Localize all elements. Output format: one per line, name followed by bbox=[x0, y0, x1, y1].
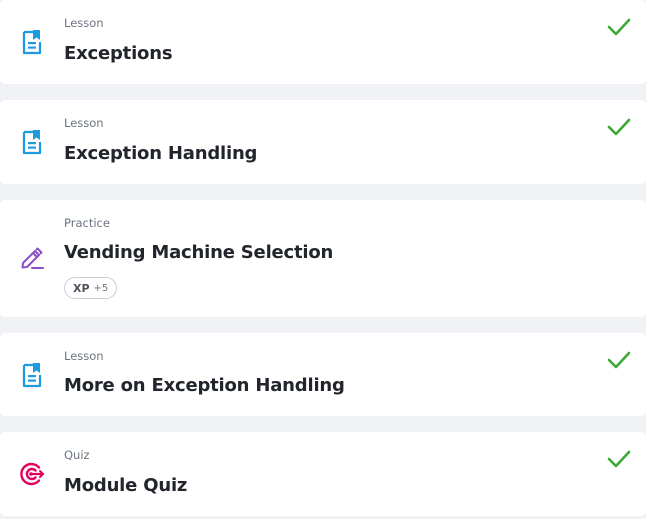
completed-check-icon bbox=[606, 116, 632, 138]
course-item-exception-handling[interactable]: Lesson Exception Handling bbox=[0, 100, 646, 184]
course-item-list: Lesson Exceptions Lesson Exception Handl… bbox=[0, 0, 646, 519]
item-title: More on Exception Handling bbox=[64, 375, 345, 396]
practice-pencil-icon bbox=[17, 242, 47, 272]
completed-check-icon bbox=[606, 16, 632, 38]
lesson-icon bbox=[17, 360, 47, 390]
course-item-exceptions[interactable]: Lesson Exceptions bbox=[0, 0, 646, 84]
item-type-label: Lesson bbox=[64, 116, 104, 130]
item-type-label: Lesson bbox=[64, 16, 104, 30]
quiz-target-icon bbox=[17, 459, 47, 489]
item-title: Exception Handling bbox=[64, 143, 258, 164]
lesson-icon bbox=[17, 27, 47, 57]
item-title: Vending Machine Selection bbox=[64, 242, 334, 263]
lesson-icon bbox=[17, 127, 47, 157]
course-item-more-on-exception-handling[interactable]: Lesson More on Exception Handling bbox=[0, 333, 646, 416]
item-type-label: Practice bbox=[64, 216, 110, 230]
xp-label: XP bbox=[73, 281, 90, 295]
completed-check-icon bbox=[606, 349, 632, 371]
completed-check-icon bbox=[606, 448, 632, 470]
item-type-label: Lesson bbox=[64, 349, 104, 363]
item-title: Module Quiz bbox=[64, 475, 188, 496]
xp-badge: XP +5 bbox=[64, 277, 118, 299]
item-type-label: Quiz bbox=[64, 448, 90, 462]
xp-value: +5 bbox=[93, 282, 109, 294]
course-item-vending-machine-selection[interactable]: Practice Vending Machine Selection XP +5 bbox=[0, 200, 646, 317]
item-title: Exceptions bbox=[64, 43, 173, 64]
course-item-module-quiz[interactable]: Quiz Module Quiz bbox=[0, 432, 646, 516]
